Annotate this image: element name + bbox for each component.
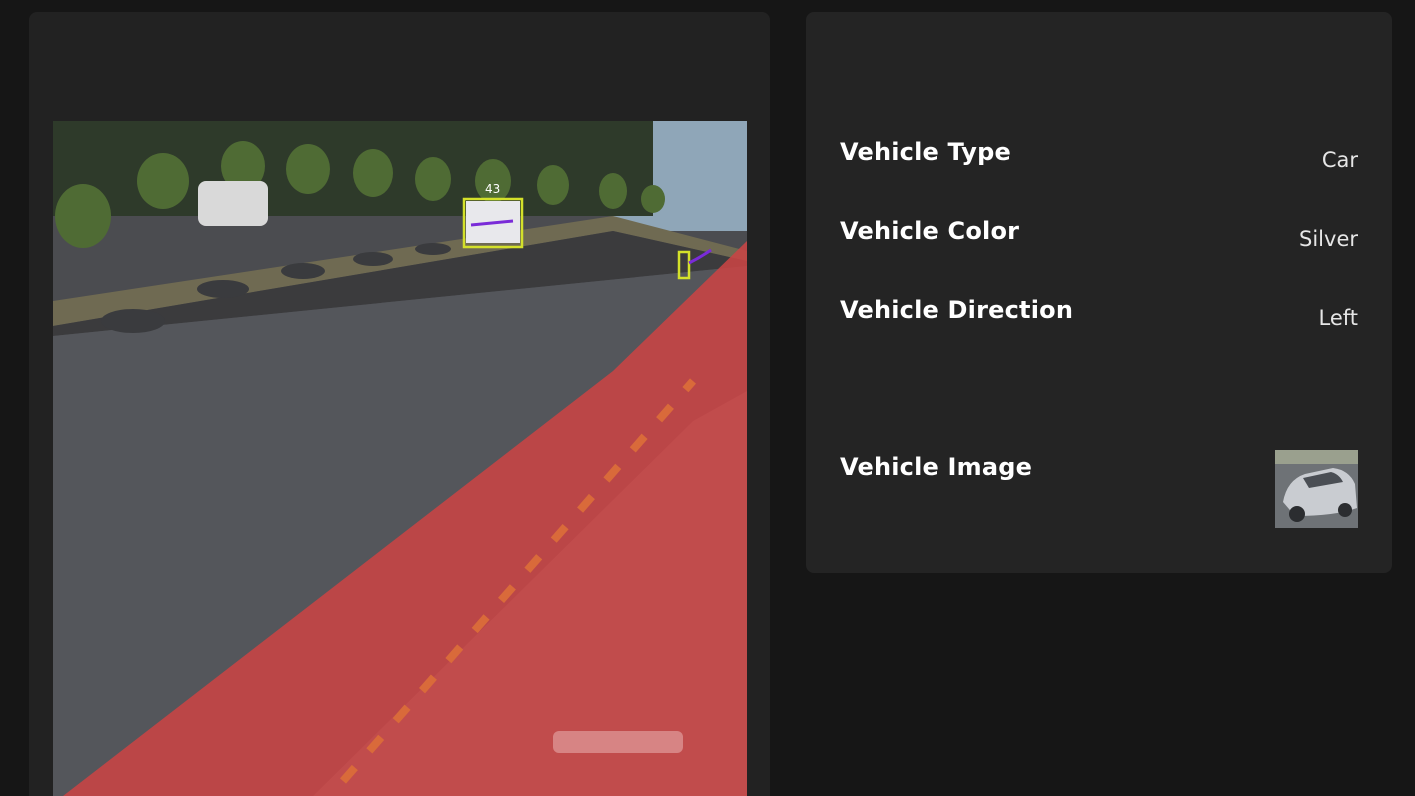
vehicle-image-row: Vehicle Image xyxy=(840,450,1358,533)
vehicle-thumbnail-image xyxy=(1275,450,1358,528)
vehicle-color-label: Vehicle Color xyxy=(840,217,1020,245)
camera-frame: 43 xyxy=(53,121,747,796)
vehicle-type-label: Vehicle Type xyxy=(840,138,1011,166)
vehicle-color-value: Silver xyxy=(1299,227,1358,251)
vehicle-direction-row: Vehicle Direction Left xyxy=(840,296,1358,356)
camera-feed[interactable]: 43 xyxy=(53,121,747,796)
detection-id-label: 43 xyxy=(485,182,500,196)
vehicle-details-panel: Vehicle Type Car Vehicle Color Silver Ve… xyxy=(806,12,1392,573)
vehicle-image-thumbnail[interactable] xyxy=(1275,450,1358,528)
vehicle-color-row: Vehicle Color Silver xyxy=(840,217,1358,277)
vehicle-direction-label: Vehicle Direction xyxy=(840,296,1074,324)
vehicle-image-label: Vehicle Image xyxy=(840,453,1033,481)
vehicle-direction-value: Left xyxy=(1318,306,1358,330)
page: 43 Vehicle Type Car Vehicle Color Silver… xyxy=(0,0,1415,796)
vehicle-type-value: Car xyxy=(1321,148,1358,172)
vehicle-type-row: Vehicle Type Car xyxy=(840,138,1358,198)
